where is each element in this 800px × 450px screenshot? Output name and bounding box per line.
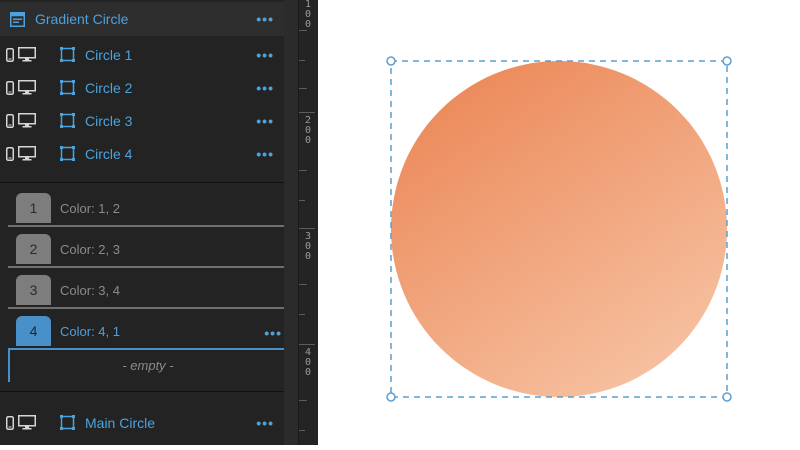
empty-placeholder: - empty - <box>8 349 286 382</box>
shape-icon <box>60 47 75 62</box>
layer-item-circle-2[interactable]: Circle 2 ••• <box>0 71 284 104</box>
gradient-circle[interactable] <box>391 61 727 397</box>
phone-icon <box>6 415 14 430</box>
group-more-button[interactable]: ••• <box>256 11 274 27</box>
layer-item-circle-4[interactable]: Circle 4 ••• <box>0 137 284 170</box>
color-stop-label: Color: 2, 3 <box>60 242 120 257</box>
phone-icon <box>6 47 14 62</box>
device-icons <box>6 146 36 161</box>
layer-label: Circle 3 <box>85 112 133 129</box>
device-icons <box>6 80 36 95</box>
layer-item-circle-1[interactable]: Circle 1 ••• <box>0 38 284 71</box>
device-icons <box>6 113 36 128</box>
layer-more-button[interactable]: ••• <box>256 146 274 162</box>
layer-more-button[interactable]: ••• <box>256 415 274 431</box>
shape-icon <box>60 415 75 430</box>
shape-icon <box>60 113 75 128</box>
phone-icon <box>6 146 14 161</box>
shape-icon <box>60 146 75 161</box>
canvas-artwork <box>386 56 732 402</box>
layer-item-circle-3[interactable]: Circle 3 ••• <box>0 104 284 137</box>
ruler-label-400: 400 <box>304 347 312 378</box>
desktop-icon <box>18 146 36 161</box>
resize-handle-bottom-right[interactable] <box>722 392 732 402</box>
ruler-tick <box>299 112 315 113</box>
section-divider <box>0 391 284 392</box>
color-stop-row-2[interactable]: 2 Color: 2, 3 <box>8 234 284 268</box>
device-icons <box>6 415 36 430</box>
color-stop-label: Color: 4, 1 <box>60 324 120 339</box>
layers-panel: Gradient Circle ••• Circle 1 ••• Circle … <box>0 0 284 445</box>
shape-icon <box>60 80 75 95</box>
ruler-tick <box>299 400 307 401</box>
ruler-label-200: 200 <box>304 115 312 146</box>
ruler-tick <box>299 344 315 345</box>
phone-icon <box>6 80 14 95</box>
panel-splitter[interactable] <box>284 0 298 445</box>
layer-label: Main Circle <box>85 414 156 431</box>
layer-label: Circle 1 <box>85 46 133 63</box>
color-stop-tab[interactable]: 4 <box>16 316 51 346</box>
resize-handle-top-right[interactable] <box>722 56 732 66</box>
ruler-tick <box>299 30 307 31</box>
ruler-label-300: 300 <box>304 231 312 262</box>
desktop-icon <box>18 47 36 62</box>
ruler-tick <box>299 284 307 285</box>
layer-more-button[interactable]: ••• <box>256 47 274 63</box>
layer-more-button[interactable]: ••• <box>256 80 274 96</box>
desktop-icon <box>18 415 36 430</box>
resize-handle-bottom-left[interactable] <box>386 392 396 402</box>
color-stop-label: Color: 1, 2 <box>60 201 120 216</box>
layer-more-button[interactable]: ••• <box>256 113 274 129</box>
color-stop-underline <box>8 225 284 227</box>
ruler-tick <box>299 430 305 431</box>
color-stop-underline <box>8 266 284 268</box>
color-stop-row-3[interactable]: 3 Color: 3, 4 <box>8 275 284 309</box>
design-canvas[interactable] <box>318 0 800 445</box>
ruler-tick <box>299 170 307 171</box>
device-icons <box>6 47 36 62</box>
ruler-tick <box>299 60 305 61</box>
group-title: Gradient Circle <box>35 11 129 27</box>
desktop-icon <box>18 80 36 95</box>
vertical-ruler: 100 200 300 400 <box>298 0 319 445</box>
layer-item-main-circle[interactable]: Main Circle ••• <box>0 406 284 439</box>
phone-icon <box>6 113 14 128</box>
layer-group-header[interactable]: Gradient Circle ••• <box>0 2 284 36</box>
layer-label: Circle 4 <box>85 145 133 162</box>
section-divider <box>0 182 284 183</box>
color-stop-tab[interactable]: 3 <box>16 275 51 305</box>
resize-handle-top-left[interactable] <box>386 56 396 66</box>
layer-label: Circle 2 <box>85 79 133 96</box>
color-stop-row-4[interactable]: 4 Color: 4, 1 ••• <box>8 316 284 350</box>
color-stop-label: Color: 3, 4 <box>60 283 120 298</box>
group-icon <box>10 12 25 32</box>
color-stop-tab[interactable]: 2 <box>16 234 51 264</box>
color-stop-row-1[interactable]: 1 Color: 1, 2 <box>8 193 284 227</box>
ruler-tick <box>299 314 305 315</box>
color-stop-more-button[interactable]: ••• <box>264 325 282 341</box>
ruler-tick <box>299 88 307 89</box>
color-stop-underline <box>8 307 284 309</box>
ruler-tick <box>299 200 305 201</box>
ruler-tick <box>299 228 315 229</box>
ruler-label-100: 100 <box>304 0 312 30</box>
color-stop-tab[interactable]: 1 <box>16 193 51 223</box>
desktop-icon <box>18 113 36 128</box>
